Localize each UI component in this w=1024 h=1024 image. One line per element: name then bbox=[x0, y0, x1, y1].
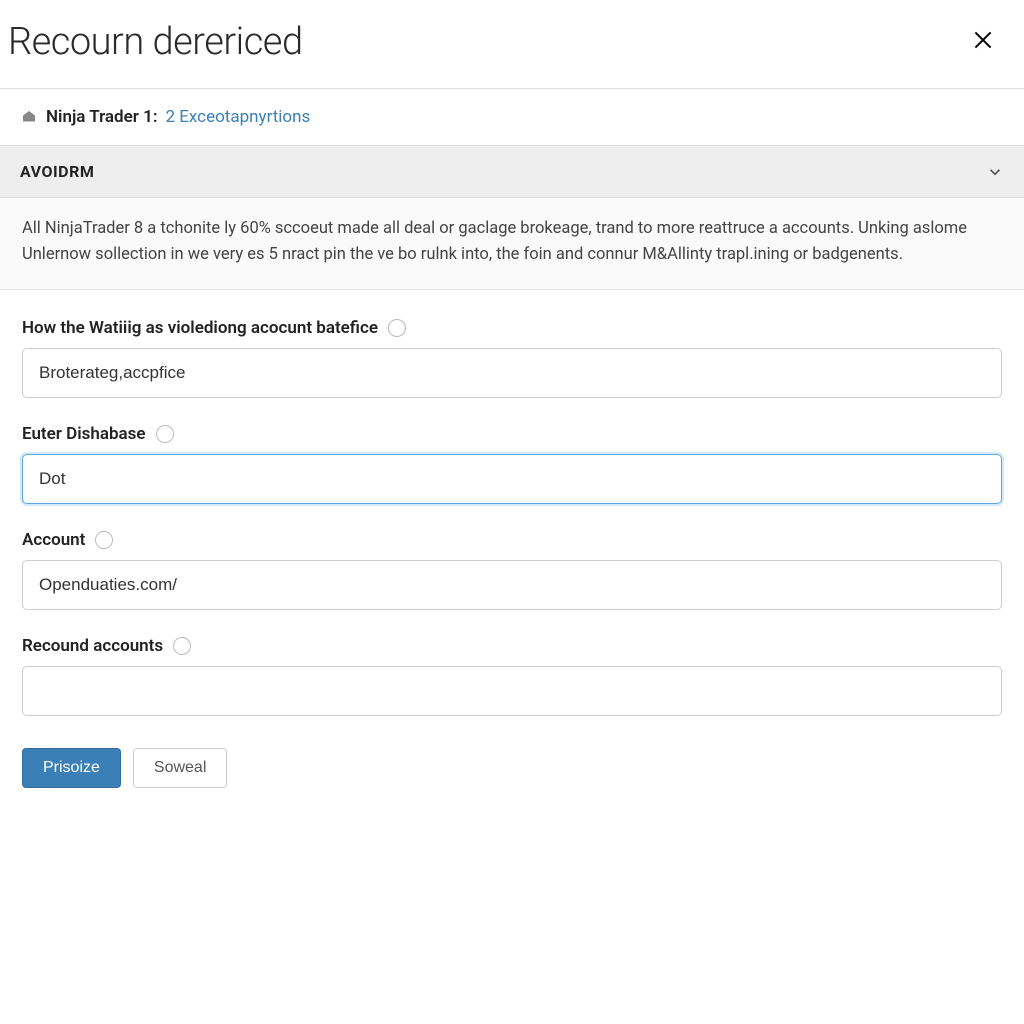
modal-container: Recourn derericed Ninja Trader 1: 2 Exce… bbox=[0, 0, 1024, 1024]
form-group-4: Recound accounts bbox=[22, 636, 1002, 716]
modal-header: Recourn derericed bbox=[0, 0, 1024, 89]
primary-button[interactable]: Prisoize bbox=[22, 748, 121, 788]
field3-input[interactable] bbox=[22, 560, 1002, 610]
field2-label: Euter Dishabase bbox=[22, 424, 146, 444]
field4-input[interactable] bbox=[22, 666, 1002, 716]
field4-label: Recound accounts bbox=[22, 636, 163, 656]
breadcrumb: Ninja Trader 1: 2 Exceotapnyrtions bbox=[0, 89, 1024, 145]
field3-label: Account bbox=[22, 530, 85, 550]
chevron-down-icon bbox=[986, 163, 1004, 181]
modal-title: Recourn derericed bbox=[8, 20, 303, 64]
app-icon bbox=[20, 108, 38, 126]
form-group-3: Account bbox=[22, 530, 1002, 610]
breadcrumb-link[interactable]: 2 Exceotapnyrtions bbox=[165, 107, 310, 127]
form-group-2: Euter Dishabase bbox=[22, 424, 1002, 504]
close-icon bbox=[970, 28, 996, 59]
field1-input[interactable] bbox=[22, 348, 1002, 398]
section-body: All NinjaTrader 8 a tchonite ly 60% scco… bbox=[0, 198, 1024, 290]
field1-radio[interactable] bbox=[388, 319, 406, 337]
secondary-button[interactable]: Soweal bbox=[133, 748, 227, 788]
button-row: Prisoize Soweal bbox=[0, 742, 1024, 808]
form-label-row-1: How the Watiiig as violediong acocunt ba… bbox=[22, 318, 1002, 338]
field2-radio[interactable] bbox=[156, 425, 174, 443]
section-header-title: AVOIDRM bbox=[20, 162, 94, 181]
form-label-row-4: Recound accounts bbox=[22, 636, 1002, 656]
form-label-row-3: Account bbox=[22, 530, 1002, 550]
section-header[interactable]: AVOIDRM bbox=[0, 145, 1024, 198]
form-group-1: How the Watiiig as violediong acocunt ba… bbox=[22, 318, 1002, 398]
breadcrumb-text: Ninja Trader 1: bbox=[46, 107, 157, 127]
field3-radio[interactable] bbox=[95, 531, 113, 549]
field1-label: How the Watiiig as violediong acocunt ba… bbox=[22, 318, 378, 338]
form-label-row-2: Euter Dishabase bbox=[22, 424, 1002, 444]
form-area: How the Watiiig as violediong acocunt ba… bbox=[0, 290, 1024, 742]
close-button[interactable] bbox=[966, 23, 1000, 62]
field2-input[interactable] bbox=[22, 454, 1002, 504]
field4-radio[interactable] bbox=[173, 637, 191, 655]
